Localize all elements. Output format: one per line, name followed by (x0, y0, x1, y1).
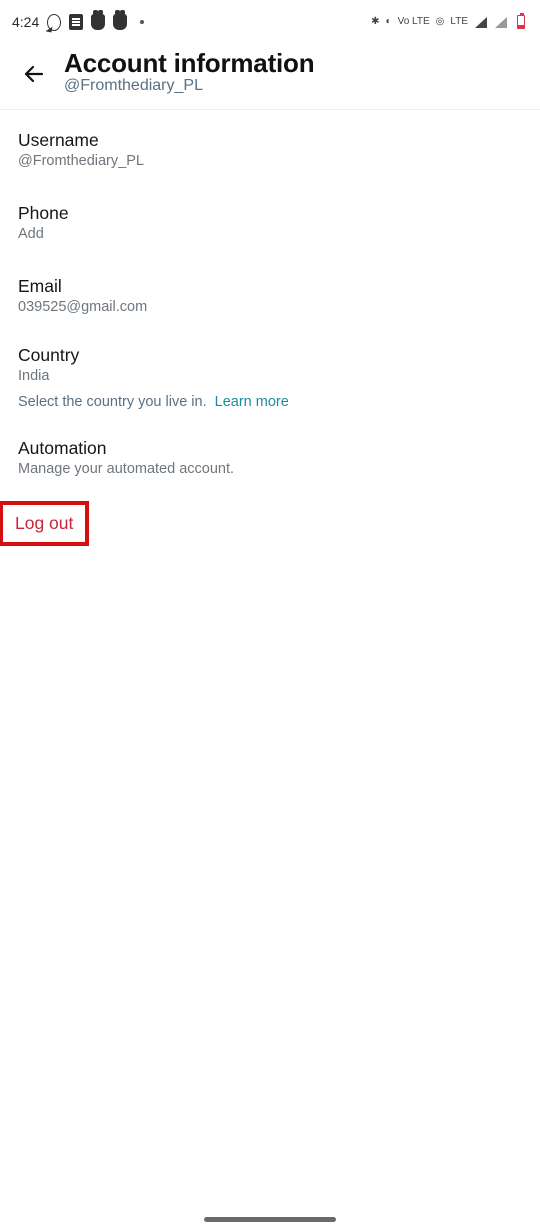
status-bar: 4:24 ✱ ◐ Vo LTE ◎ LTE (0, 0, 540, 44)
whatsapp-icon (47, 15, 61, 29)
help-text: Select the country you live in. (18, 394, 207, 410)
row-value: Add (18, 226, 522, 242)
home-indicator[interactable] (204, 1217, 336, 1222)
lte-indicator: LTE (450, 17, 468, 27)
bluetooth-icon: ✱ (371, 17, 379, 27)
row-label: Username (18, 130, 522, 151)
row-label: Automation (18, 438, 522, 459)
status-right: ✱ ◐ Vo LTE ◎ LTE (371, 15, 528, 29)
app-titles: Account information @Fromthediary_PL (64, 48, 314, 95)
app-bar: Account information @Fromthediary_PL (0, 44, 540, 110)
row-automation[interactable]: Automation Manage your automated account… (0, 424, 540, 491)
snapchat-icon (91, 15, 105, 29)
row-value: Manage your automated account. (18, 461, 522, 477)
row-label: Phone (18, 203, 522, 224)
dot-icon (135, 15, 149, 29)
settings-list: Username @Fromthediary_PL Phone Add Emai… (0, 110, 540, 546)
battery-icon (514, 15, 528, 29)
status-left: 4:24 (12, 14, 149, 30)
row-label: Email (18, 276, 522, 297)
row-username[interactable]: Username @Fromthediary_PL (0, 116, 540, 183)
page-title: Account information (64, 48, 314, 79)
row-value: India (18, 368, 522, 384)
row-help: Select the country you live in. Learn mo… (18, 394, 522, 410)
logout-highlight: Log out (0, 501, 89, 546)
hotspot-icon: ◎ (436, 17, 445, 27)
logout-button[interactable]: Log out (15, 513, 75, 534)
row-email[interactable]: Email 039525@gmail.com (0, 262, 540, 329)
back-button[interactable] (16, 56, 52, 92)
volte-indicator: Vo LTE (398, 17, 430, 27)
snapchat-icon (113, 15, 127, 29)
page-subtitle: @Fromthediary_PL (64, 77, 314, 95)
learn-more-link[interactable]: Learn more (215, 394, 289, 410)
row-country[interactable]: Country India Select the country you liv… (0, 335, 540, 420)
signal-icon (474, 15, 488, 29)
vibrate-icon: ◐ (386, 17, 392, 27)
row-value: 039525@gmail.com (18, 299, 522, 315)
row-phone[interactable]: Phone Add (0, 189, 540, 256)
status-time: 4:24 (12, 14, 39, 30)
row-label: Country (18, 345, 522, 366)
signal-icon (494, 15, 508, 29)
back-arrow-icon (22, 62, 46, 86)
document-icon (69, 15, 83, 29)
row-value: @Fromthediary_PL (18, 153, 522, 169)
